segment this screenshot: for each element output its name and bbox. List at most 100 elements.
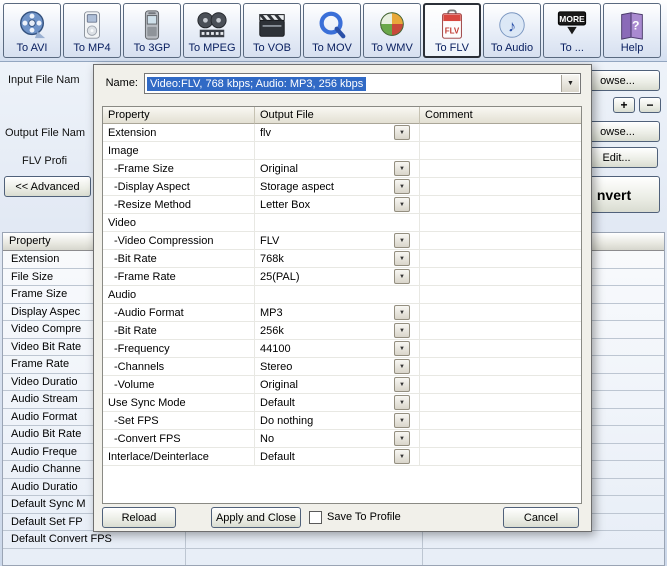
property-value: flv	[260, 126, 271, 139]
property-value: Default	[260, 396, 295, 409]
property-value-cell[interactable]: 768k ▼	[255, 250, 420, 267]
property-name: -Video Compression	[103, 232, 255, 249]
property-value-cell[interactable]: MP3 ▼	[255, 304, 420, 321]
dropdown-arrow-icon[interactable]: ▼	[394, 449, 410, 464]
remove-profile-button[interactable]: −	[639, 97, 661, 113]
dropdown-arrow-icon[interactable]: ▼	[394, 179, 410, 194]
comment-cell	[420, 448, 581, 465]
dropdown-arrow-icon[interactable]: ▼	[394, 431, 410, 446]
toolbar-button-to-mov[interactable]: To MOV	[303, 3, 361, 58]
property-name: -Audio Format	[103, 304, 255, 321]
property-value-cell[interactable]: 256k ▼	[255, 322, 420, 339]
dropdown-arrow-icon[interactable]: ▼	[394, 413, 410, 428]
property-value: Storage aspect	[260, 180, 334, 193]
add-profile-button[interactable]: +	[613, 97, 635, 113]
advanced-toggle-button[interactable]: << Advanced	[4, 176, 91, 197]
property-value: Letter Box	[260, 198, 311, 211]
property-name: -Channels	[103, 358, 255, 375]
clapperboard-icon	[256, 8, 288, 42]
property-value-cell[interactable]: Letter Box ▼	[255, 196, 420, 213]
profile-table-row: -Convert FPS No ▼	[103, 430, 581, 448]
toolbar: To AVI To MP4 To 3GP To MPEG To VOB To MOV To …	[0, 0, 667, 62]
profile-label: FLV Profi	[22, 155, 68, 167]
toolbar-button-to-avi[interactable]: To AVI	[3, 3, 61, 58]
property-value-cell[interactable]: Original ▼	[255, 160, 420, 177]
dropdown-arrow-icon[interactable]: ▼	[394, 161, 410, 176]
dropdown-arrow-icon[interactable]: ▼	[394, 269, 410, 284]
dropdown-arrow-icon[interactable]: ▼	[394, 233, 410, 248]
property-name: -Bit Rate	[103, 250, 255, 267]
toolbar-button-to-wmv[interactable]: To WMV	[363, 3, 421, 58]
property-value-cell[interactable]: Do nothing ▼	[255, 412, 420, 429]
toolbar-button-label: To MOV	[312, 41, 352, 54]
dropdown-arrow-icon[interactable]: ▼	[394, 197, 410, 212]
profile-table-row: -Video Compression FLV ▼	[103, 232, 581, 250]
comment-cell	[420, 322, 581, 339]
toolbar-button-to-more[interactable]: MORE To ...	[543, 3, 601, 58]
property-value-cell[interactable]: No ▼	[255, 430, 420, 447]
property-value: 256k	[260, 324, 284, 337]
combo-dropdown-icon[interactable]: ▼	[561, 75, 579, 92]
dropdown-arrow-icon[interactable]: ▼	[394, 359, 410, 374]
comment-cell	[420, 196, 581, 213]
toolbar-button-to-flv[interactable]: FLV To FLV	[423, 3, 481, 58]
toolbar-button-to-audio[interactable]: ♪ To Audio	[483, 3, 541, 58]
property-value: 768k	[260, 252, 284, 265]
property-value-cell[interactable]: Default ▼	[255, 394, 420, 411]
reload-button[interactable]: Reload	[102, 507, 176, 528]
toolbar-button-to-mpeg[interactable]: To MPEG	[183, 3, 241, 58]
input-file-label: Input File Nam	[8, 74, 80, 86]
toolbar-button-label: To 3GP	[133, 41, 171, 54]
property-value-cell[interactable]: 44100 ▼	[255, 340, 420, 357]
profile-name-combobox[interactable]: Video:FLV, 768 kbps; Audio: MP3, 256 kbp…	[144, 73, 581, 94]
property-name: Audio	[103, 286, 255, 303]
property-name: -Convert FPS	[103, 430, 255, 447]
media-player-icon	[76, 8, 108, 42]
comment-cell	[420, 412, 581, 429]
dropdown-arrow-icon[interactable]: ▼	[394, 377, 410, 392]
toolbar-button-to-vob[interactable]: To VOB	[243, 3, 301, 58]
comment-column-header: Comment	[420, 107, 581, 124]
apply-and-close-button[interactable]: Apply and Close	[211, 507, 301, 528]
property-value-cell[interactable]: Original ▼	[255, 376, 420, 393]
profile-table-row: -Channels Stereo ▼	[103, 358, 581, 376]
toolbar-button-label: To MPEG	[188, 41, 236, 54]
profile-table-row: -Audio Format MP3 ▼	[103, 304, 581, 322]
dropdown-arrow-icon[interactable]: ▼	[394, 251, 410, 266]
dropdown-arrow-icon[interactable]: ▼	[394, 341, 410, 356]
property-value-cell[interactable]: Default ▼	[255, 448, 420, 465]
music-note-icon: ♪	[496, 8, 528, 42]
property-name: Extension	[103, 124, 255, 141]
comment-cell	[420, 250, 581, 267]
dropdown-arrow-icon[interactable]: ▼	[394, 395, 410, 410]
save-to-profile-checkbox[interactable]	[309, 511, 322, 524]
dropdown-arrow-icon[interactable]: ▼	[394, 323, 410, 338]
toolbar-button-help[interactable]: ? Help	[603, 3, 661, 58]
property-value-cell	[255, 286, 420, 303]
toolbar-button-label: To Audio	[490, 41, 534, 54]
profile-table-row: Audio	[103, 286, 581, 304]
profile-table-row: Image	[103, 142, 581, 160]
svg-text:MORE: MORE	[559, 13, 585, 23]
profile-table-row: Interlace/Deinterlace Default ▼	[103, 448, 581, 466]
help-book-icon: ?	[616, 8, 648, 42]
toolbar-button-to-3gp[interactable]: To 3GP	[123, 3, 181, 58]
property-value-cell[interactable]: 25(PAL) ▼	[255, 268, 420, 285]
toolbar-button-label: To AVI	[16, 41, 48, 54]
svg-text:♪: ♪	[508, 18, 516, 35]
dropdown-arrow-icon[interactable]: ▼	[394, 305, 410, 320]
comment-cell	[420, 394, 581, 411]
toolbar-button-to-mp4[interactable]: To MP4	[63, 3, 121, 58]
property-value-cell[interactable]: FLV ▼	[255, 232, 420, 249]
media-globe-icon	[376, 8, 408, 42]
profile-settings-table-header: Property Output File Comment	[103, 107, 581, 124]
property-value: Stereo	[260, 360, 293, 373]
toolbar-button-label: To VOB	[253, 41, 291, 54]
cancel-button[interactable]: Cancel	[503, 507, 579, 528]
dropdown-arrow-icon[interactable]: ▼	[394, 125, 410, 140]
profile-settings-table: Property Output File Comment Extension fl…	[102, 106, 582, 504]
comment-cell	[420, 232, 581, 249]
property-value-cell[interactable]: Stereo ▼	[255, 358, 420, 375]
property-value-cell[interactable]: Storage aspect ▼	[255, 178, 420, 195]
property-value-cell[interactable]: flv ▼	[255, 124, 420, 141]
